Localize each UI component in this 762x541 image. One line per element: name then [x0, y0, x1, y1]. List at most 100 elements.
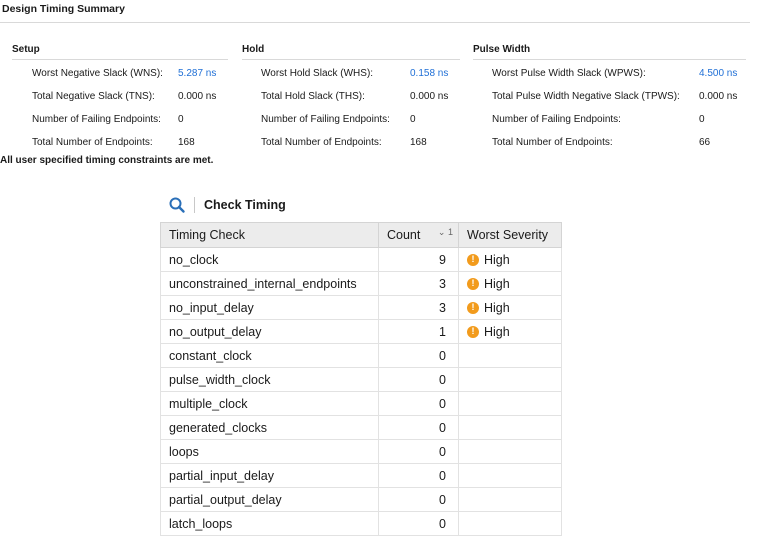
severity-label: High — [484, 252, 510, 267]
metric-value-link[interactable]: 0.158 ns — [410, 68, 448, 79]
metric-label: Number of Failing Endpoints: — [261, 114, 390, 125]
metric-label: Worst Pulse Width Slack (WPWS): — [492, 68, 646, 79]
count-cell: 0 — [378, 415, 459, 440]
severity-cell: ! High — [458, 319, 562, 344]
warning-icon: ! — [467, 253, 479, 266]
timing-check-cell: partial_input_delay — [160, 463, 379, 488]
severity-label: High — [484, 300, 510, 315]
section-divider — [12, 59, 228, 60]
severity-cell — [458, 511, 562, 536]
metric-value: 0.000 ns — [699, 91, 738, 102]
check-timing-header: Check Timing — [168, 196, 286, 214]
severity-cell — [458, 487, 562, 512]
column-header-count[interactable]: Count ⌄ 1 — [378, 222, 459, 248]
severity-cell — [458, 367, 562, 392]
count-cell: 0 — [378, 391, 459, 416]
search-icon[interactable] — [168, 196, 186, 214]
count-cell: 9 — [378, 247, 459, 272]
count-cell: 0 — [378, 439, 459, 464]
warning-icon: ! — [467, 325, 479, 338]
metric-value-link[interactable]: 4.500 ns — [699, 68, 737, 79]
warning-icon: ! — [467, 277, 479, 290]
metric-label: Total Number of Endpoints: — [261, 137, 382, 148]
table-row[interactable]: loops 0 — [160, 439, 562, 464]
timing-check-cell: generated_clocks — [160, 415, 379, 440]
column-header-worst-severity[interactable]: Worst Severity — [458, 222, 562, 248]
severity-cell — [458, 391, 562, 416]
metric-label: Number of Failing Endpoints: — [32, 114, 161, 125]
column-header-timing-check[interactable]: Timing Check — [160, 222, 379, 248]
timing-check-cell: constant_clock — [160, 343, 379, 368]
metric-value: 168 — [410, 137, 427, 148]
severity-label: High — [484, 324, 510, 339]
count-cell: 0 — [378, 463, 459, 488]
metric-value: 0 — [410, 114, 416, 125]
count-cell: 0 — [378, 367, 459, 392]
timing-check-cell: no_clock — [160, 247, 379, 272]
warning-icon: ! — [467, 301, 479, 314]
count-cell: 0 — [378, 511, 459, 536]
column-header-label: Count — [387, 228, 421, 242]
severity-indicator: ! High — [467, 253, 553, 267]
severity-label: High — [484, 276, 510, 291]
table-row[interactable]: partial_output_delay 0 — [160, 487, 562, 512]
timing-check-cell: multiple_clock — [160, 391, 379, 416]
severity-cell: ! High — [458, 247, 562, 272]
severity-cell — [458, 463, 562, 488]
severity-cell — [458, 415, 562, 440]
table-header-row: Timing Check Count ⌄ 1 Worst Severity — [160, 222, 562, 248]
metric-label: Total Number of Endpoints: — [32, 137, 153, 148]
metric-value: 0.000 ns — [178, 91, 217, 102]
table-row[interactable]: pulse_width_clock 0 — [160, 367, 562, 392]
metric-label: Total Negative Slack (TNS): — [32, 91, 155, 102]
metric-value-link[interactable]: 5.287 ns — [178, 68, 216, 79]
table-row[interactable]: no_input_delay 3! High — [160, 295, 562, 320]
severity-indicator: ! High — [467, 277, 553, 291]
timing-check-cell: loops — [160, 439, 379, 464]
metric-value: 0 — [699, 114, 705, 125]
table-row[interactable]: no_clock 9! High — [160, 247, 562, 272]
metric-label: Worst Negative Slack (WNS): — [32, 68, 163, 79]
count-cell: 0 — [378, 487, 459, 512]
metric-value: 66 — [699, 137, 711, 148]
section-title: Pulse Width — [473, 44, 531, 55]
table-row[interactable]: partial_input_delay 0 — [160, 463, 562, 488]
table-row[interactable]: generated_clocks 0 — [160, 415, 562, 440]
constraints-status: All user specified timing constraints ar… — [0, 155, 214, 166]
metric-label: Worst Hold Slack (WHS): — [261, 68, 374, 79]
timing-check-cell: partial_output_delay — [160, 487, 379, 512]
chevron-down-icon: ⌄ — [437, 227, 446, 237]
severity-cell: ! High — [458, 271, 562, 296]
severity-cell — [458, 439, 562, 464]
count-cell: 3 — [378, 295, 459, 320]
table-row[interactable]: no_output_delay 1! High — [160, 319, 562, 344]
timing-check-cell: pulse_width_clock — [160, 367, 379, 392]
title-divider — [0, 22, 750, 23]
check-timing-table: Timing Check Count ⌄ 1 Worst Severity no… — [160, 222, 562, 536]
sort-indicator[interactable]: ⌄ 1 — [438, 227, 453, 238]
table-row[interactable]: latch_loops 0 — [160, 511, 562, 536]
page-title: Design Timing Summary — [2, 3, 125, 15]
metric-label: Total Number of Endpoints: — [492, 137, 613, 148]
metric-value: 0.000 ns — [410, 91, 449, 102]
timing-check-cell: no_output_delay — [160, 319, 379, 344]
table-row[interactable]: unconstrained_internal_endpoints 3! High — [160, 271, 562, 296]
check-timing-title: Check Timing — [204, 198, 286, 212]
table-row[interactable]: multiple_clock 0 — [160, 391, 562, 416]
count-cell: 3 — [378, 271, 459, 296]
metric-label: Total Pulse Width Negative Slack (TPWS): — [492, 91, 680, 102]
severity-indicator: ! High — [467, 325, 553, 339]
section-title: Setup — [12, 44, 40, 55]
section-title: Hold — [242, 44, 265, 55]
count-cell: 0 — [378, 343, 459, 368]
count-cell: 1 — [378, 319, 459, 344]
timing-check-cell: no_input_delay — [160, 295, 379, 320]
metric-label: Number of Failing Endpoints: — [492, 114, 621, 125]
metric-label: Total Hold Slack (THS): — [261, 91, 365, 102]
table-row[interactable]: constant_clock 0 — [160, 343, 562, 368]
toolbar-divider — [194, 197, 195, 213]
severity-indicator: ! High — [467, 301, 553, 315]
section-divider — [242, 59, 460, 60]
section-divider — [473, 59, 746, 60]
setup-section: Setup — [12, 44, 228, 60]
